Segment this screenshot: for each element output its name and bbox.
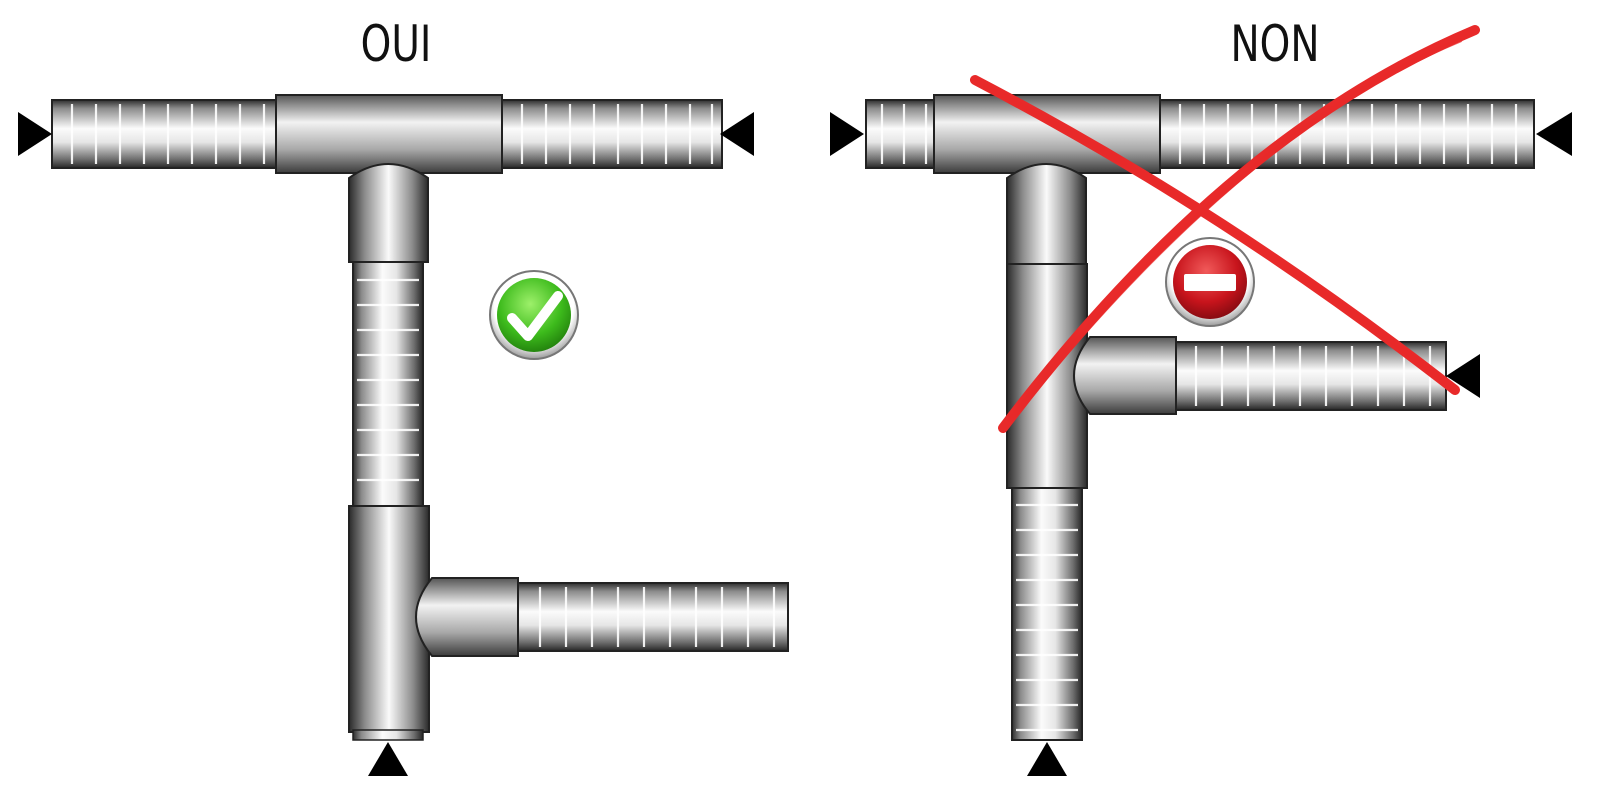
arrow-left-icon — [1536, 112, 1572, 156]
arrow-up-icon — [1027, 742, 1067, 776]
incorrect-layout — [830, 25, 1572, 776]
flex-duct-vertical-right — [1011, 487, 1083, 741]
arrow-up-icon — [368, 742, 408, 776]
tee-branch-top-left — [348, 163, 429, 263]
arrow-left-icon — [720, 112, 754, 156]
flex-duct-vertical-left — [352, 261, 424, 509]
tee-branch-top-right — [1006, 163, 1087, 265]
flex-duct-branch-left — [517, 582, 789, 652]
tee-fitting-top-left — [275, 94, 503, 174]
arrow-right-icon — [18, 112, 52, 156]
duct-diagram — [18, 25, 1572, 776]
no-entry-icon — [1165, 237, 1255, 327]
tee-branch-bottom-right — [1073, 336, 1177, 415]
correct-layout — [18, 94, 789, 776]
tee-branch-bottom-left — [415, 577, 519, 657]
arrow-right-icon — [830, 112, 864, 156]
check-icon — [489, 270, 579, 360]
